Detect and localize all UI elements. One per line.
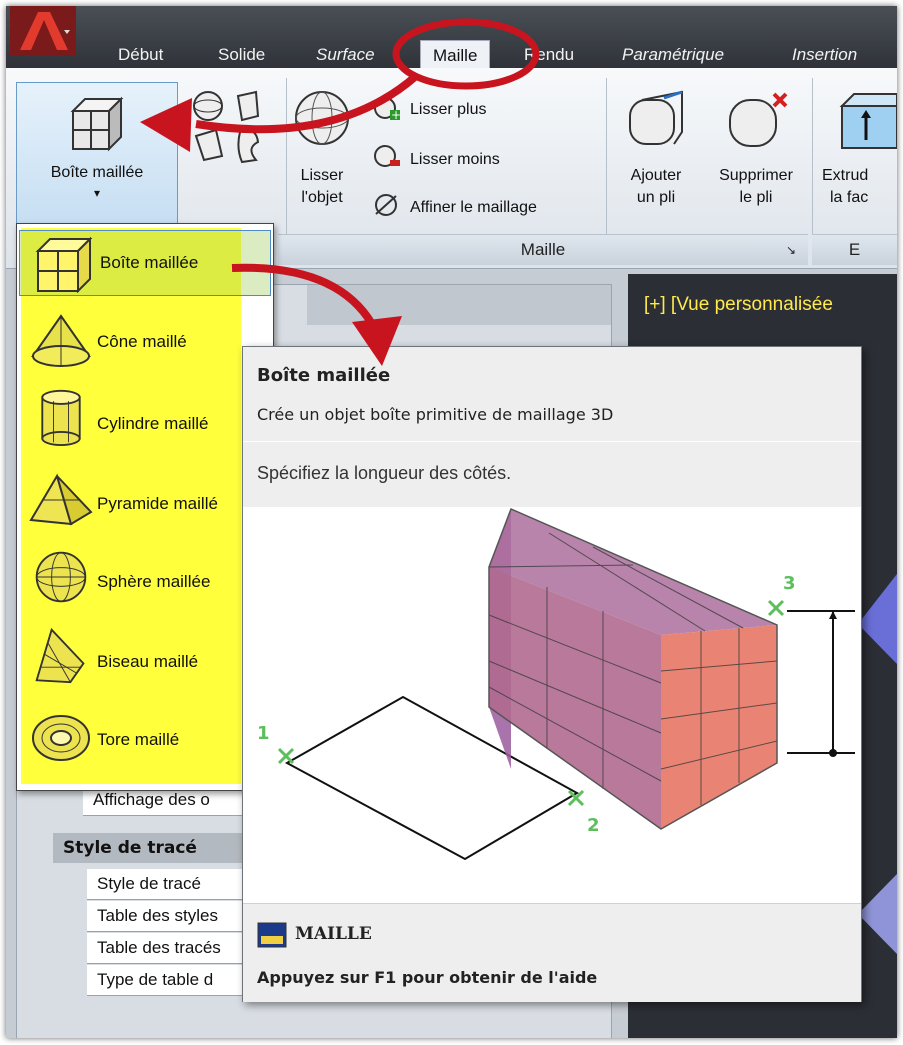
annotation-arrow-2 <box>231 263 376 327</box>
annotation-arrow-1 <box>195 72 419 134</box>
highlight-ellipse <box>392 18 540 90</box>
arrow-head-2 <box>352 316 402 366</box>
annotation-overlay <box>140 18 540 366</box>
arrow-head-1 <box>140 98 192 152</box>
autocad-window: Début Solide Surface Maille Rendu Paramé… <box>6 6 897 1038</box>
